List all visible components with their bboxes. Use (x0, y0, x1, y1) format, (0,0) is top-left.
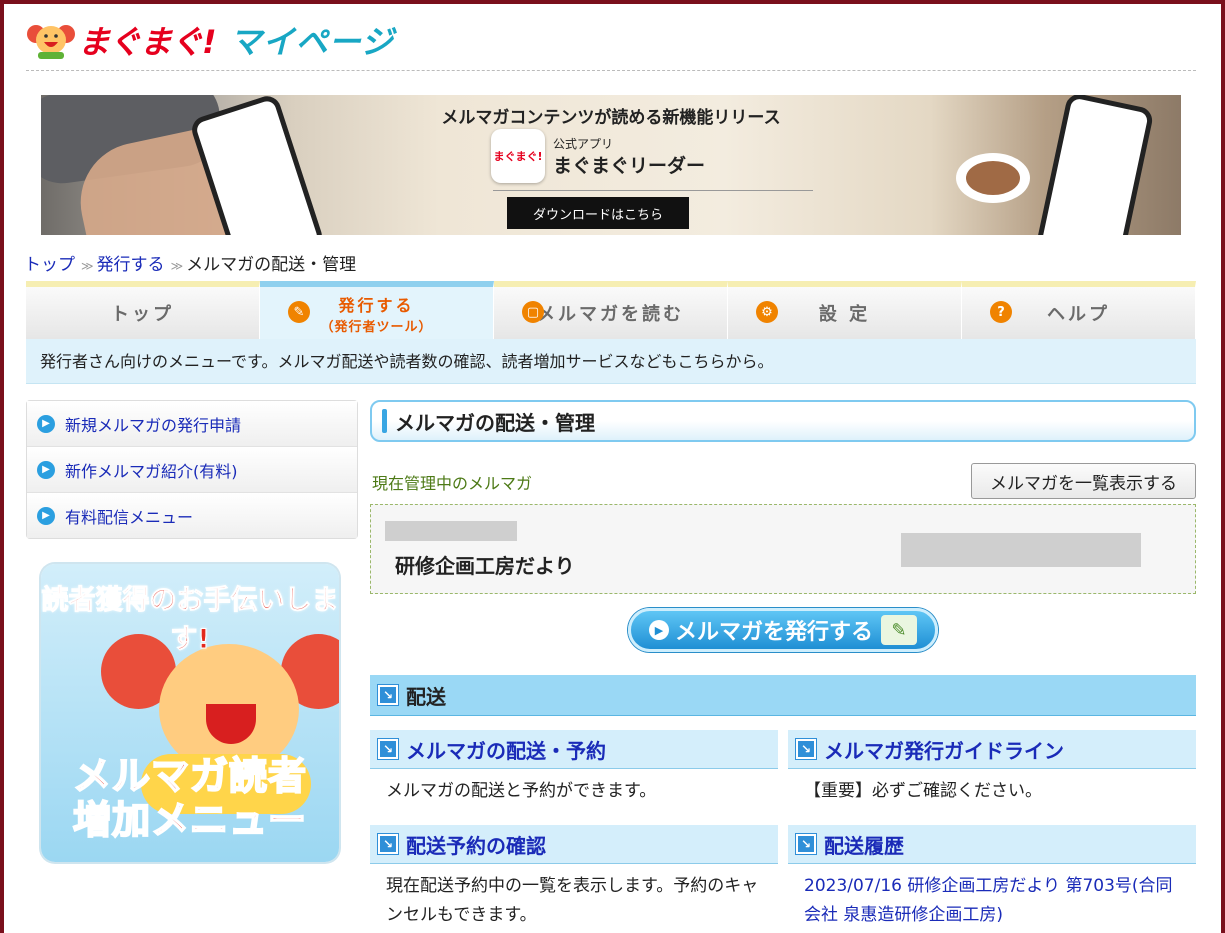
wrench-icon: ⚙ (756, 301, 778, 323)
tab-help-label: ヘルプ (1047, 304, 1110, 325)
card-desc: メルマガの配送と予約ができます。 (386, 781, 657, 801)
card-title: メルマガ発行ガイドライン (824, 738, 1064, 763)
card-delivery-history: ↘ 配送履歴 2023/07/16 研修企画工房だより 第703号(合同会社 泉… (788, 825, 1196, 933)
sidebar-item-paid-menu[interactable]: ▶ 有料配信メニュー (27, 493, 357, 538)
card-title-link[interactable]: ↘ 配送予約の確認 (370, 825, 778, 864)
redacted-field (901, 533, 1141, 567)
sidebar-item-new-application[interactable]: ▶ 新規メルマガの発行申請 (27, 401, 357, 447)
issue-button-label: メルマガを発行する (674, 620, 873, 645)
tab-settings[interactable]: ⚙ 設 定 (728, 281, 962, 339)
reader-app-icon: まぐまぐ! (491, 129, 545, 183)
tab-read[interactable]: ▢ メルマガを読む (494, 281, 728, 339)
promo-banner[interactable]: メルマガコンテンツが読める新機能リリース まぐまぐ! 公式アプリ まぐまぐリーダ… (41, 95, 1181, 235)
arrow-square-icon: ↘ (378, 739, 398, 759)
card-desc: 【重要】必ずご確認ください。 (804, 781, 1042, 801)
play-icon: ▶ (648, 620, 669, 640)
banner-app-sub: 公式アプリ (553, 137, 614, 151)
sidebar-item-new-intro[interactable]: ▶ 新作メルマガ紹介(有料) (27, 447, 357, 493)
sidebar-item-label: 有料配信メニュー (65, 507, 194, 527)
card-delivery-reserve: ↘ メルマガの配送・予約 メルマガの配送と予約ができます。 (370, 730, 778, 814)
magazine-name: 研修企画工房だより (395, 554, 575, 578)
card-title: 配送予約の確認 (406, 833, 546, 858)
site-logo[interactable]: まぐまぐ! マイページ (26, 18, 394, 62)
breadcrumb-publish[interactable]: 発行する (97, 255, 165, 275)
header-divider (26, 70, 1196, 71)
page-frame: まぐまぐ! マイページ メルマガコンテンツが読める新機能リリース まぐまぐ! 公… (0, 0, 1225, 933)
card-guideline: ↘ メルマガ発行ガイドライン 【重要】必ずご確認ください。 (788, 730, 1196, 814)
card-title-link[interactable]: ↘ 配送履歴 (788, 825, 1196, 864)
arrow-square-icon: ↘ (796, 834, 816, 854)
tab-top-label: トップ (111, 304, 174, 325)
tab-help[interactable]: ? ヘルプ (962, 281, 1196, 339)
mypage-title: マイページ (229, 23, 394, 61)
banner-app-name: まぐまぐリーダー (553, 155, 706, 177)
promo-line-1: メルマガ読者 (72, 753, 307, 799)
tab-settings-label: 設 定 (818, 304, 871, 325)
arrow-right-icon: ▶ (37, 460, 55, 479)
tab-description: 発行者さん向けのメニューです。メルマガ配送や読者数の確認、読者増加サービスなども… (26, 339, 1196, 384)
card-title: 配送履歴 (824, 833, 904, 858)
card-reservation-check: ↘ 配送予約の確認 現在配送予約中の一覧を表示します。予約のキャンセルもできます… (370, 825, 778, 933)
main-tabs: トップ ✎ 発行する （発行者ツール） ▢ メルマガを読む ⚙ 設 定 ? ヘル… (26, 281, 1196, 339)
card-title: メルマガの配送・予約 (406, 738, 606, 763)
list-all-button[interactable]: メルマガを一覧表示する (971, 463, 1196, 499)
card-title-link[interactable]: ↘ メルマガの配送・予約 (370, 730, 778, 769)
breadcrumb: トップ ≫ 発行する ≫ メルマガの配送・管理 (24, 250, 356, 275)
help-icon: ? (990, 301, 1012, 323)
card-title-link[interactable]: ↘ メルマガ発行ガイドライン (788, 730, 1196, 769)
banner-title: メルマガコンテンツが読める新機能リリース (441, 108, 781, 128)
card-desc: 現在配送予約中の一覧を表示します。予約のキャンセルもできます。 (386, 876, 759, 925)
tab-top[interactable]: トップ (26, 281, 260, 339)
section-delivery-header: ↘ 配送 (370, 675, 1196, 716)
notepad-pen-icon: ✎ (881, 615, 917, 645)
mascot-icon (26, 20, 76, 60)
managed-magazine-label: 現在管理中のメルマガ (372, 474, 533, 493)
banner-divider (493, 190, 813, 191)
promo-arc-text: 読者獲得のお手伝いします! (41, 585, 339, 656)
issue-magazine-button[interactable]: ▶ メルマガを発行する ✎ (628, 608, 938, 652)
promo-line-2: 増加メニュー (72, 797, 307, 843)
main-content: メルマガの配送・管理 現在管理中のメルマガ メルマガを一覧表示する 研修企画工房… (370, 400, 1196, 925)
promo-headline: メルマガ読者 増加メニュー (41, 753, 339, 843)
arrow-right-icon: ▶ (37, 506, 55, 525)
managed-magazine-box: 研修企画工房だより (370, 504, 1196, 594)
arrow-right-icon: ▶ (37, 414, 55, 433)
download-button[interactable]: ダウンロードはこちら (507, 197, 689, 229)
breadcrumb-separator: ≫ (170, 259, 183, 273)
tab-publish[interactable]: ✎ 発行する （発行者ツール） (260, 281, 494, 339)
banner-coffee-decoration (956, 153, 1030, 203)
book-icon: ▢ (522, 301, 544, 323)
sidebar-menu: ▶ 新規メルマガの発行申請 ▶ 新作メルマガ紹介(有料) ▶ 有料配信メニュー (26, 400, 358, 539)
sidebar-item-label: 新規メルマガの発行申請 (65, 415, 242, 435)
breadcrumb-current: メルマガの配送・管理 (186, 255, 357, 275)
page-title: メルマガの配送・管理 (370, 400, 1196, 442)
brand-name: まぐまぐ! (78, 23, 217, 61)
tab-read-label: メルマガを読む (537, 304, 684, 325)
arrow-square-icon: ↘ (378, 834, 398, 854)
history-entry-link[interactable]: 2023/07/16 研修企画工房だより 第703号(合同会社 泉惠造研修企画工… (788, 864, 1196, 933)
breadcrumb-top[interactable]: トップ (24, 255, 75, 275)
tab-publish-label: 発行する (338, 295, 415, 315)
breadcrumb-separator: ≫ (81, 259, 93, 273)
pen-icon: ✎ (288, 301, 310, 323)
arrow-square-icon: ↘ (796, 739, 816, 759)
reader-growth-promo[interactable]: 読者獲得のお手伝いします! メルマガ読者 増加メニュー (41, 564, 339, 862)
redacted-field (385, 521, 517, 541)
sidebar-item-label: 新作メルマガ紹介(有料) (65, 461, 238, 481)
section-title: 配送 (406, 684, 446, 709)
title-accent-bar (382, 409, 387, 433)
tab-publish-sub: （発行者ツール） (320, 319, 433, 335)
arrow-square-icon: ↘ (378, 685, 398, 705)
page-title-text: メルマガの配送・管理 (395, 410, 595, 435)
